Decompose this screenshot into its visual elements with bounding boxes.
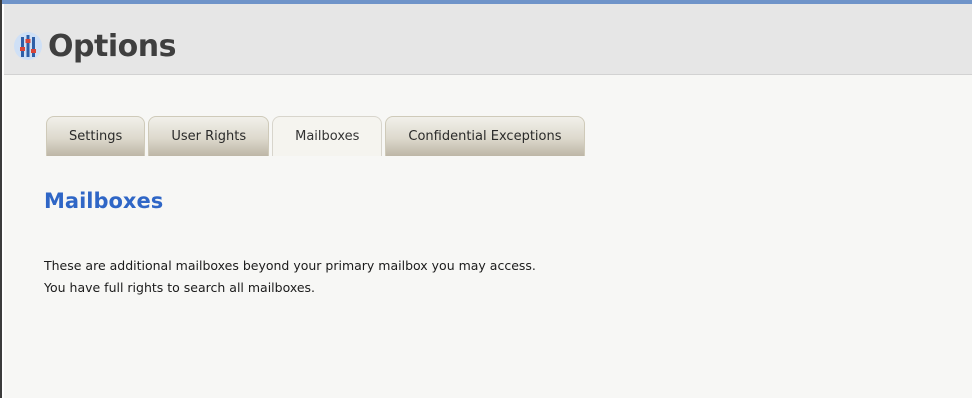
options-window: Options Settings User Rights Mailboxes C… bbox=[0, 0, 972, 398]
section-title: Mailboxes bbox=[44, 189, 164, 213]
description-line: These are additional mailboxes beyond yo… bbox=[44, 258, 536, 273]
tab-user-rights[interactable]: User Rights bbox=[148, 116, 270, 156]
options-content: Settings User Rights Mailboxes Confident… bbox=[4, 75, 972, 398]
description-line: You have full rights to search all mailb… bbox=[44, 280, 316, 295]
tab-confidential-exceptions[interactable]: Confidential Exceptions bbox=[385, 116, 585, 156]
tab-settings[interactable]: Settings bbox=[46, 116, 146, 156]
tab-mailboxes[interactable]: Mailboxes bbox=[272, 116, 383, 156]
section-description: These are additional mailboxes beyond yo… bbox=[44, 255, 536, 299]
options-header: Options bbox=[4, 4, 972, 75]
options-sliders-icon bbox=[14, 32, 42, 60]
page-title: Options bbox=[48, 29, 176, 64]
tab-bar: Settings User Rights Mailboxes Confident… bbox=[46, 116, 585, 156]
